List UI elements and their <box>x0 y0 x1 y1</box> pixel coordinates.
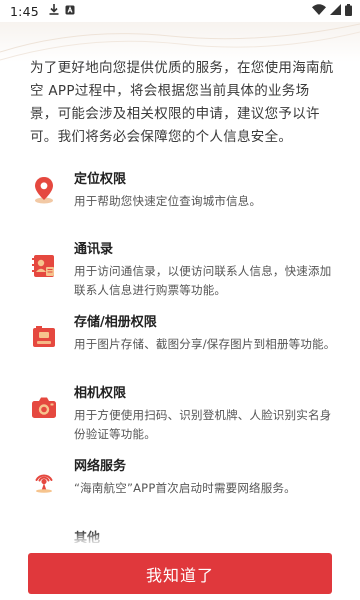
permission-desc: “海南航空”APP首次启动时需要网络服务。 <box>74 481 296 495</box>
contacts-icon <box>30 252 58 280</box>
storage-icon <box>30 323 58 351</box>
header-decoration <box>0 22 360 62</box>
permission-desc: 用于访问通信录，以便访问联系人信息，快速添加联系人信息进行购票等功能。 <box>74 264 332 297</box>
status-time: 1:45 <box>10 3 39 19</box>
confirm-button[interactable]: 我知道了 <box>28 553 332 594</box>
permission-title: 相机权限 <box>74 386 127 401</box>
permission-title: 通讯录 <box>74 242 114 257</box>
intro-text: 为了更好地向您提供优质的服务，在您使用海南航空 APP过程中，将会根据您当前具体… <box>30 60 334 145</box>
permission-title: 网络服务 <box>74 459 127 474</box>
bottom-action-bar: 我知道了 <box>0 543 360 600</box>
permission-desc: 用于方便使用扫码、识别登机牌、人脸识别实名身份验证等功能。 <box>74 408 332 441</box>
permission-title: 存储/相册权限 <box>74 315 157 330</box>
status-bar: 1:45 <box>0 0 360 22</box>
location-pin-icon <box>30 176 58 204</box>
download-icon <box>49 4 59 18</box>
wifi-icon <box>312 4 326 18</box>
app-notification-icon <box>65 4 75 18</box>
network-icon <box>30 465 58 493</box>
battery-icon <box>345 3 352 19</box>
permission-desc: 用于图片存储、截图分享/保存图片到相册等功能。 <box>74 337 336 351</box>
permission-title: 定位权限 <box>74 172 127 187</box>
signal-icon <box>330 4 341 18</box>
permission-desc: 用于帮助您快速定位查询城市信息。 <box>74 194 262 208</box>
camera-icon <box>30 394 58 422</box>
